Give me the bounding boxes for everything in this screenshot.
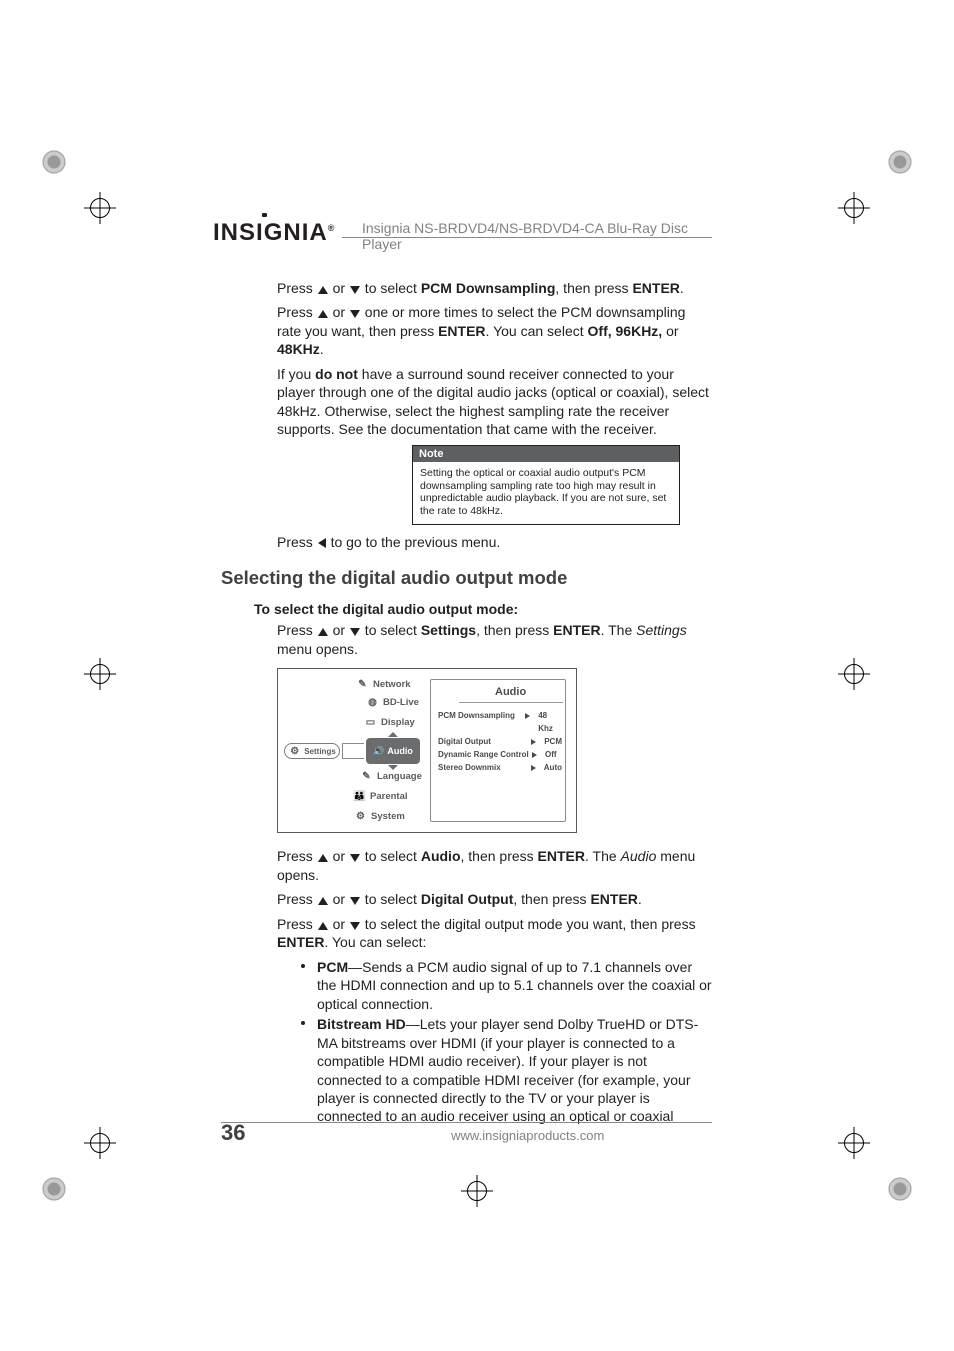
bullet-dot-icon: [301, 958, 305, 1013]
step-select-audio: Press or to select Audio, then press ENT…: [277, 847, 712, 884]
speaker-icon: 🔊: [373, 746, 384, 757]
section-heading: Selecting the digital audio output mode: [221, 567, 712, 589]
osd-sidebar: ⚙ Settings: [278, 669, 374, 832]
gear-icon: ⚙: [288, 746, 301, 757]
right-arrow-icon: [525, 713, 530, 719]
header-rule: [342, 237, 712, 238]
step-select-mode: Press or to select the digital output mo…: [277, 915, 712, 952]
osd-panel-title-underline: [459, 702, 563, 703]
right-arrow-icon: [532, 752, 537, 758]
registration-mark: [842, 662, 866, 686]
down-arrow-icon: [350, 897, 360, 905]
bullet-bitstream: Bitstream HD—Lets your player send Dolby…: [301, 1015, 712, 1126]
page-footer: 36 www.insigniaproducts.com: [221, 1120, 712, 1146]
down-arrow-icon: [350, 854, 360, 862]
network-icon: ✎: [356, 679, 369, 690]
page-content: INSIGNIA® Insignia NS-BRDVD4/NS-BRDVD4-C…: [127, 127, 827, 1224]
osd-menu-network: ✎Network: [356, 679, 410, 690]
crop-mark: [886, 148, 914, 176]
step-select-rate: Press or one or more times to select the…: [277, 303, 712, 358]
osd-menu-system: ⚙System: [354, 811, 405, 822]
osd-menu-audio-selected: 🔊Audio: [366, 738, 420, 764]
monitor-icon: ▭: [364, 717, 377, 728]
up-arrow-icon: [318, 922, 328, 930]
registration-mark: [88, 662, 112, 686]
gear-icon: ⚙: [354, 811, 367, 822]
note-box: Note Setting the optical or coaxial audi…: [412, 445, 680, 525]
osd-menu-language: ✎Language: [360, 771, 422, 782]
osd-row-stereo-downmix: Stereo DownmixAuto: [438, 762, 562, 775]
osd-screenshot: ⚙ Settings ✎Network ◍BD-Live ▭Display 🔊A…: [277, 668, 712, 833]
bullet-dot-icon: [301, 1015, 305, 1126]
crop-mark: [886, 1175, 914, 1203]
osd-connector-line: [342, 743, 364, 759]
note-title: Note: [413, 446, 679, 462]
right-arrow-icon: [531, 765, 536, 771]
up-arrow-icon: [318, 628, 328, 636]
osd-panel-rows: PCM Downsampling48 Khz Digital OutputPCM…: [438, 710, 562, 774]
osd: ⚙ Settings ✎Network ◍BD-Live ▭Display 🔊A…: [277, 668, 577, 833]
osd-menu-bdlive: ◍BD-Live: [366, 697, 419, 708]
registration-mark: [88, 1131, 112, 1155]
registration-mark: [88, 196, 112, 220]
osd-settings-button: ⚙ Settings: [284, 743, 340, 759]
note-body: Setting the optical or coaxial audio out…: [413, 462, 679, 524]
osd-row-pcm-downsampling: PCM Downsampling48 Khz: [438, 710, 562, 736]
down-arrow-icon: [350, 310, 360, 318]
bullet-list: PCM—Sends a PCM audio signal of up to 7.…: [301, 958, 712, 1126]
procedure-heading: To select the digital audio output mode:: [254, 601, 712, 617]
paragraph-no-surround: If you do not have a surround sound rece…: [277, 365, 712, 439]
header-product-text: Insignia NS-BRDVD4/NS-BRDVD4-CA Blu-Ray …: [354, 220, 709, 252]
crop-mark: [40, 1175, 68, 1203]
up-arrow-icon: [318, 286, 328, 294]
down-arrow-icon: [350, 922, 360, 930]
registration-mark: [842, 196, 866, 220]
osd-panel: Audio PCM Downsampling48 Khz Digital Out…: [430, 679, 566, 822]
step-select-digital-output: Press or to select Digital Output, then …: [277, 890, 712, 908]
language-icon: ✎: [360, 771, 373, 782]
osd-panel-title: Audio: [495, 686, 526, 698]
up-arrow-icon: [318, 854, 328, 862]
up-arrow-icon: [318, 310, 328, 318]
right-arrow-icon: [531, 739, 536, 745]
step-select-pcm-downsampling: Press or to select PCM Downsampling, the…: [277, 279, 712, 297]
parental-icon: 👪: [353, 791, 366, 802]
left-arrow-icon: [318, 538, 326, 548]
osd-settings-label: Settings: [304, 747, 336, 756]
crop-mark: [40, 148, 68, 176]
page-number: 36: [221, 1120, 245, 1146]
footer-url: www.insigniaproducts.com: [451, 1128, 604, 1143]
up-arrow-icon: [318, 897, 328, 905]
registration-mark: [842, 1131, 866, 1155]
step-previous-menu: Press to go to the previous menu.: [277, 533, 712, 551]
down-arrow-icon: [350, 286, 360, 294]
osd-row-drc: Dynamic Range ControlOff: [438, 749, 562, 762]
bullet-pcm: PCM—Sends a PCM audio signal of up to 7.…: [301, 958, 712, 1013]
down-arrow-icon: [350, 628, 360, 636]
globe-icon: ◍: [366, 697, 379, 708]
brand-logo: INSIGNIA®: [213, 219, 335, 247]
osd-menu-display: ▭Display: [364, 717, 415, 728]
step-open-settings: Press or to select Settings, then press …: [277, 621, 712, 658]
osd-row-digital-output: Digital OutputPCM: [438, 736, 562, 749]
body-column: Press or to select PCM Downsampling, the…: [277, 279, 712, 1128]
osd-menu-parental: 👪Parental: [353, 791, 408, 802]
